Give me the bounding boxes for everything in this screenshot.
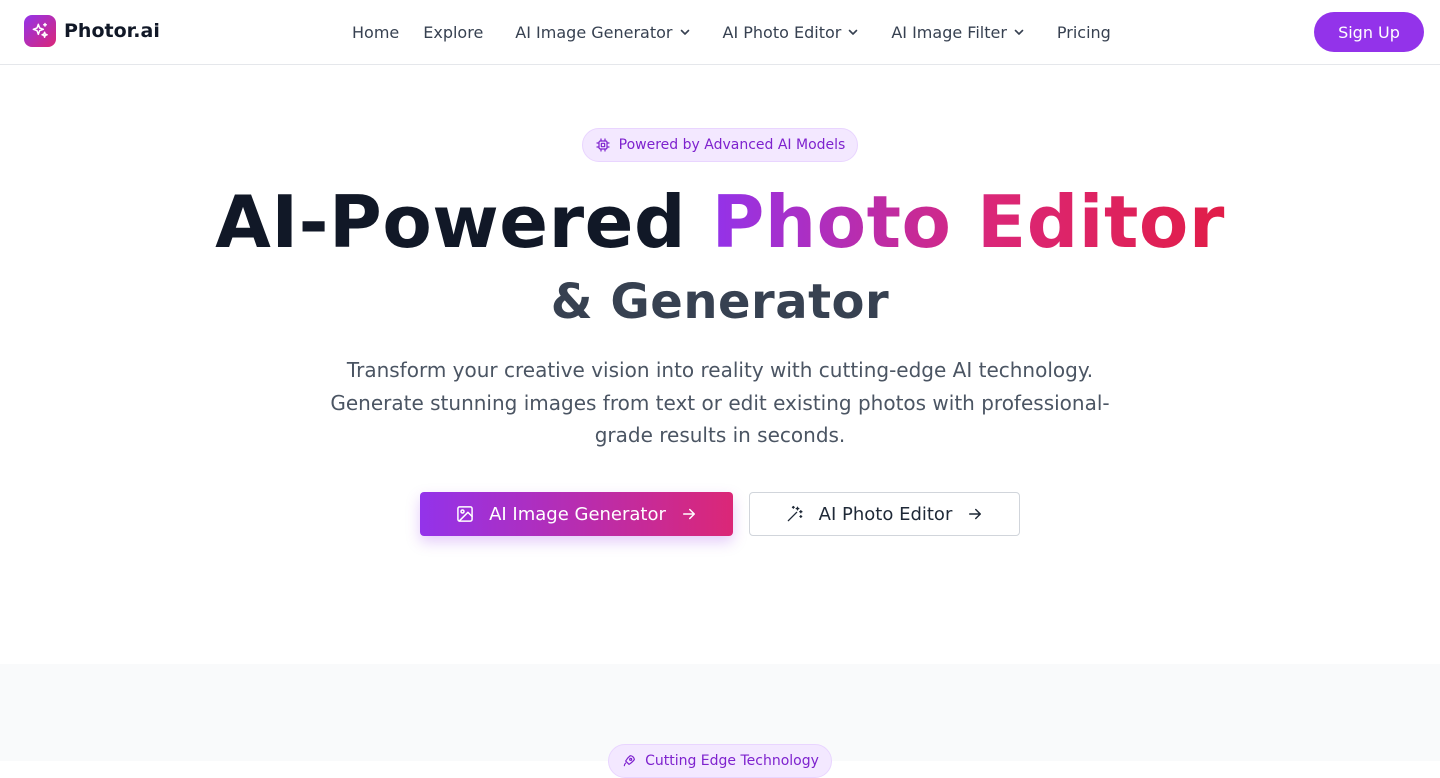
hero-title-highlight: Photo Editor bbox=[711, 180, 1225, 264]
nav-item-label: Pricing bbox=[1056, 22, 1111, 42]
hero-title: AI-Powered Photo Editor bbox=[0, 180, 1440, 264]
rocket-icon bbox=[623, 755, 636, 767]
powered-by-badge: Powered by Advanced AI Models bbox=[582, 128, 858, 162]
nav-item-explore[interactable]: Explore bbox=[423, 23, 483, 42]
nav-item-label: Home bbox=[352, 22, 400, 42]
nav-item-label: AI Image Filter bbox=[891, 22, 1007, 42]
cpu-chip-icon bbox=[596, 138, 610, 152]
badge-text: Powered by Advanced AI Models bbox=[618, 137, 846, 153]
chevron-down-icon bbox=[680, 29, 689, 35]
button-label: AI Photo Editor bbox=[818, 503, 953, 525]
nav-item-label: AI Image Generator bbox=[515, 22, 673, 42]
button-label: AI Image Generator bbox=[489, 503, 666, 525]
nav-item-label: Explore bbox=[423, 22, 484, 42]
main-nav: Home Explore AI Image Generator AI Photo… bbox=[352, 20, 1111, 44]
hero-subtitle: Transform your creative vision into real… bbox=[330, 358, 1110, 447]
brand-logo[interactable]: Photor.ai bbox=[24, 15, 160, 47]
ai-image-generator-button[interactable]: AI Image Generator bbox=[420, 492, 733, 536]
technology-badge: Cutting Edge Technology bbox=[608, 744, 832, 778]
arrow-right-icon bbox=[682, 508, 695, 520]
badge-text: Cutting Edge Technology bbox=[645, 753, 819, 769]
site-header: Photor.ai Home Explore AI Image Generato… bbox=[0, 0, 1440, 65]
brand-name: Photor.ai bbox=[64, 20, 160, 42]
nav-item-ai-image-generator[interactable]: AI Image Generator bbox=[515, 23, 690, 42]
nav-item-ai-image-filter[interactable]: AI Image Filter bbox=[891, 23, 1025, 42]
ai-photo-editor-button[interactable]: AI Photo Editor bbox=[749, 492, 1020, 536]
nav-item-home[interactable]: Home bbox=[352, 23, 399, 42]
nav-item-label: AI Photo Editor bbox=[722, 22, 842, 42]
chevron-down-icon bbox=[849, 29, 858, 35]
nav-item-pricing[interactable]: Pricing bbox=[1057, 23, 1111, 42]
hero-title-part1: AI-Powered bbox=[215, 180, 687, 264]
sign-up-button[interactable]: Sign Up bbox=[1314, 12, 1424, 52]
sparkles-icon bbox=[24, 15, 56, 47]
magic-wand-icon bbox=[787, 505, 803, 522]
nav-item-ai-photo-editor[interactable]: AI Photo Editor bbox=[723, 23, 860, 42]
image-icon bbox=[457, 506, 473, 522]
chevron-down-icon bbox=[1014, 29, 1024, 35]
technology-section: Cutting Edge Technology bbox=[0, 664, 1440, 778]
arrow-right-icon bbox=[969, 508, 982, 520]
hero-title-line2: & Generator bbox=[550, 274, 890, 330]
